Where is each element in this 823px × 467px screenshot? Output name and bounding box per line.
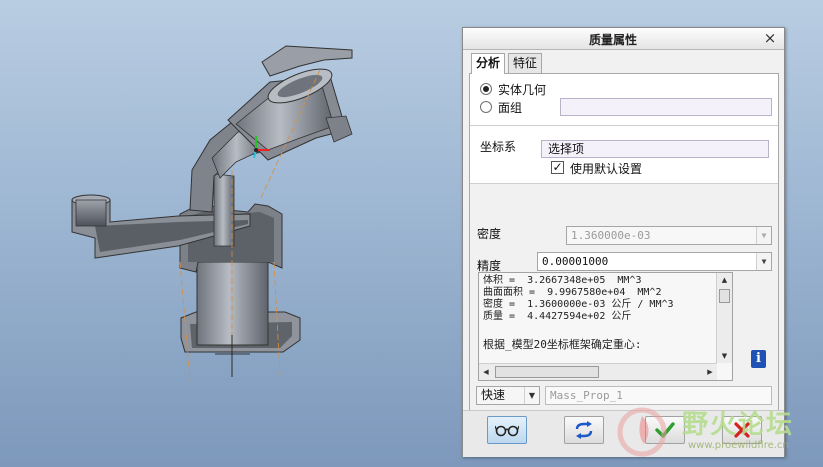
use-default-checkbox[interactable]: ✓ <box>551 161 564 174</box>
info-icon[interactable]: i <box>751 350 766 368</box>
density-value: 1.360000e-03 <box>571 229 651 242</box>
flame-logo-icon <box>617 407 667 457</box>
scroll-right-icon[interactable]: ▶ <box>703 364 717 380</box>
tab-feature[interactable]: 特征 <box>508 53 543 73</box>
results-horizontal-scrollbar[interactable]: ◀ ▶ <box>479 363 717 380</box>
chevron-down-icon[interactable]: ▼ <box>756 253 771 270</box>
quilt-selector-field[interactable] <box>560 98 772 116</box>
results-text: 体积 = 3.2667348e+05 MM^3 曲面面积 = 9.9967580e… <box>483 275 713 323</box>
speed-dropdown[interactable]: 快速 ▼ <box>476 386 540 405</box>
solid-geometry-radio[interactable] <box>480 83 492 95</box>
quilt-radio[interactable] <box>480 101 492 113</box>
density-dropdown: 1.360000e-03 ▼ <box>566 226 772 245</box>
preview-button[interactable] <box>487 416 527 444</box>
use-default-label: 使用默认设置 <box>570 162 643 176</box>
horizontal-scroll-thumb[interactable] <box>495 366 599 378</box>
result-volume: 体积 = 3.2667348e+05 MM^3 <box>483 275 642 286</box>
result-mass: 质量 = 4.4427594e+02 公斤 <box>483 311 632 322</box>
chevron-down-icon[interactable]: ▼ <box>524 387 539 404</box>
tab-analysis[interactable]: 分析 <box>471 53 506 74</box>
result-density: 密度 = 1.3600000e-03 公斤 / MM^3 <box>483 299 674 310</box>
watermark-title: 野火论坛 <box>682 410 795 440</box>
coordinate-system-selector[interactable]: 选择项 <box>541 140 769 158</box>
center-of-gravity-note: 根据_模型20坐标框架确定重心: <box>483 338 642 351</box>
solid-geometry-label: 实体几何 <box>498 83 547 97</box>
scroll-down-icon[interactable]: ▼ <box>717 349 732 363</box>
repeat-arrows-icon <box>575 421 593 439</box>
geometry-section: 实体几何 面组 <box>470 74 778 126</box>
forum-watermark: 野火论坛 www.proewildfire.cn <box>610 396 823 467</box>
results-box[interactable]: 体积 = 3.2667348e+05 MM^3 曲面面积 = 9.9967580e… <box>478 272 733 381</box>
speed-value: 快速 <box>481 388 506 402</box>
dialog-title: 质量属性 <box>588 33 637 47</box>
quilt-label: 面组 <box>498 101 523 115</box>
dialog-titlebar[interactable]: 质量属性 × <box>463 28 784 50</box>
result-surface-area: 曲面面积 = 9.9967580e+04 MM^2 <box>483 287 662 298</box>
coordinate-system-label: 坐标系 <box>480 140 517 154</box>
accuracy-value: 0.00001000 <box>542 255 609 268</box>
glasses-icon <box>495 425 519 437</box>
density-label: 密度 <box>477 227 502 241</box>
scroll-left-icon[interactable]: ◀ <box>479 364 493 380</box>
watermark-url: www.proewildfire.cn <box>688 440 789 451</box>
close-button[interactable]: × <box>763 30 777 46</box>
pipe-fitting-section-model <box>71 45 353 381</box>
repeat-button[interactable] <box>564 416 604 444</box>
mass-properties-dialog: 质量属性 × 分析 特征 实体几何 面组 坐标系 选择项 ✓ 使用默认设置 密度… <box>462 27 785 457</box>
scroll-up-icon[interactable]: ▲ <box>717 273 732 287</box>
accuracy-dropdown[interactable]: 0.00001000 ▼ <box>537 252 772 271</box>
results-vertical-scrollbar[interactable]: ▲ ▼ <box>716 273 732 363</box>
chevron-down-icon: ▼ <box>756 227 771 244</box>
vertical-scroll-thumb[interactable] <box>719 289 730 303</box>
model-viewport[interactable] <box>0 0 462 467</box>
